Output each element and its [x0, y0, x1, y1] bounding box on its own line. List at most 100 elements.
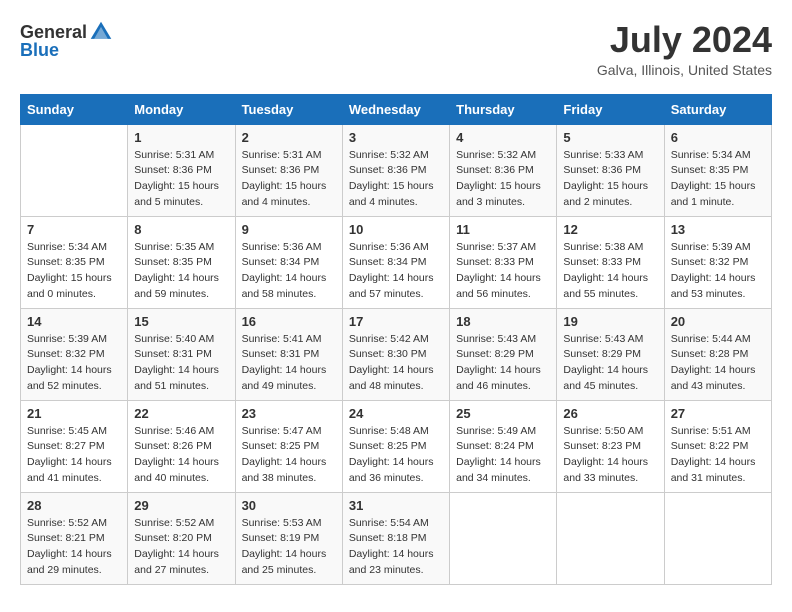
day-info: Sunrise: 5:43 AMSunset: 8:29 PMDaylight:… [563, 332, 657, 395]
calendar-cell: 20 Sunrise: 5:44 AMSunset: 8:28 PMDayligh… [664, 308, 771, 400]
calendar-cell: 31Sunrise: 5:54 AMSunset: 8:18 PMDayligh… [342, 492, 449, 584]
calendar-cell: 25 Sunrise: 5:49 AMSunset: 8:24 PMDayligh… [450, 400, 557, 492]
calendar-table: SundayMondayTuesdayWednesdayThursdayFrid… [20, 94, 772, 585]
day-number: 22 [134, 406, 228, 421]
calendar-cell: 1 Sunrise: 5:31 AMSunset: 8:36 PMDaylight… [128, 124, 235, 216]
page-header: General Blue July 2024 Galva, Illinois, … [20, 20, 772, 78]
day-number: 19 [563, 314, 657, 329]
day-info: Sunrise: 5:43 AMSunset: 8:29 PMDaylight:… [456, 332, 550, 395]
day-info: Sunrise: 5:36 AMSunset: 8:34 PMDaylight:… [242, 240, 336, 303]
day-info: Sunrise: 5:48 AMSunset: 8:25 PMDaylight:… [349, 424, 443, 487]
day-info: Sunrise: 5:49 AMSunset: 8:24 PMDaylight:… [456, 424, 550, 487]
day-number: 21 [27, 406, 121, 421]
day-info: Sunrise: 5:39 AMSunset: 8:32 PMDaylight:… [27, 332, 121, 395]
calendar-cell: 8 Sunrise: 5:35 AMSunset: 8:35 PMDaylight… [128, 216, 235, 308]
day-number: 16 [242, 314, 336, 329]
calendar-cell [450, 492, 557, 584]
calendar-cell: 3 Sunrise: 5:32 AMSunset: 8:36 PMDaylight… [342, 124, 449, 216]
day-info: Sunrise: 5:34 AMSunset: 8:35 PMDaylight:… [671, 148, 765, 211]
calendar-cell: 19 Sunrise: 5:43 AMSunset: 8:29 PMDayligh… [557, 308, 664, 400]
logo-blue-text: Blue [20, 40, 59, 61]
calendar-cell [557, 492, 664, 584]
day-number: 1 [134, 130, 228, 145]
calendar-cell: 28 Sunrise: 5:52 AMSunset: 8:21 PMDayligh… [21, 492, 128, 584]
day-number: 5 [563, 130, 657, 145]
day-number: 3 [349, 130, 443, 145]
logo-icon [89, 20, 113, 44]
day-info: Sunrise: 5:41 AMSunset: 8:31 PMDaylight:… [242, 332, 336, 395]
calendar-cell: 6 Sunrise: 5:34 AMSunset: 8:35 PMDaylight… [664, 124, 771, 216]
day-info: Sunrise: 5:53 AMSunset: 8:19 PMDaylight:… [242, 516, 336, 579]
day-info: Sunrise: 5:45 AMSunset: 8:27 PMDaylight:… [27, 424, 121, 487]
day-number: 11 [456, 222, 550, 237]
calendar-cell: 23 Sunrise: 5:47 AMSunset: 8:25 PMDayligh… [235, 400, 342, 492]
day-number: 23 [242, 406, 336, 421]
header-monday: Monday [128, 94, 235, 124]
header-friday: Friday [557, 94, 664, 124]
calendar-cell: 22 Sunrise: 5:46 AMSunset: 8:26 PMDayligh… [128, 400, 235, 492]
calendar-cell: 21 Sunrise: 5:45 AMSunset: 8:27 PMDayligh… [21, 400, 128, 492]
day-info: Sunrise: 5:42 AMSunset: 8:30 PMDaylight:… [349, 332, 443, 395]
day-info: Sunrise: 5:32 AMSunset: 8:36 PMDaylight:… [349, 148, 443, 211]
day-number: 7 [27, 222, 121, 237]
calendar-cell: 30 Sunrise: 5:53 AMSunset: 8:19 PMDayligh… [235, 492, 342, 584]
week-row-3: 14Sunrise: 5:39 AMSunset: 8:32 PMDayligh… [21, 308, 772, 400]
day-number: 31 [349, 498, 443, 513]
day-number: 6 [671, 130, 765, 145]
day-number: 18 [456, 314, 550, 329]
day-number: 30 [242, 498, 336, 513]
calendar-cell: 10 Sunrise: 5:36 AMSunset: 8:34 PMDayligh… [342, 216, 449, 308]
calendar-cell: 11 Sunrise: 5:37 AMSunset: 8:33 PMDayligh… [450, 216, 557, 308]
day-number: 27 [671, 406, 765, 421]
day-number: 20 [671, 314, 765, 329]
calendar-cell: 9Sunrise: 5:36 AMSunset: 8:34 PMDaylight… [235, 216, 342, 308]
day-number: 4 [456, 130, 550, 145]
day-number: 24 [349, 406, 443, 421]
day-number: 25 [456, 406, 550, 421]
day-info: Sunrise: 5:35 AMSunset: 8:35 PMDaylight:… [134, 240, 228, 303]
location-subtitle: Galva, Illinois, United States [597, 62, 772, 78]
title-block: July 2024 Galva, Illinois, United States [597, 20, 772, 78]
calendar-header-row: SundayMondayTuesdayWednesdayThursdayFrid… [21, 94, 772, 124]
calendar-cell: 5Sunrise: 5:33 AMSunset: 8:36 PMDaylight… [557, 124, 664, 216]
week-row-1: 1 Sunrise: 5:31 AMSunset: 8:36 PMDaylight… [21, 124, 772, 216]
calendar-cell: 14Sunrise: 5:39 AMSunset: 8:32 PMDayligh… [21, 308, 128, 400]
calendar-cell: 4 Sunrise: 5:32 AMSunset: 8:36 PMDaylight… [450, 124, 557, 216]
day-info: Sunrise: 5:51 AMSunset: 8:22 PMDaylight:… [671, 424, 765, 487]
header-tuesday: Tuesday [235, 94, 342, 124]
calendar-cell [21, 124, 128, 216]
day-info: Sunrise: 5:44 AMSunset: 8:28 PMDaylight:… [671, 332, 765, 395]
day-info: Sunrise: 5:36 AMSunset: 8:34 PMDaylight:… [349, 240, 443, 303]
calendar-cell: 29 Sunrise: 5:52 AMSunset: 8:20 PMDayligh… [128, 492, 235, 584]
calendar-cell: 2Sunrise: 5:31 AMSunset: 8:36 PMDaylight… [235, 124, 342, 216]
calendar-cell: 24 Sunrise: 5:48 AMSunset: 8:25 PMDayligh… [342, 400, 449, 492]
day-info: Sunrise: 5:52 AMSunset: 8:20 PMDaylight:… [134, 516, 228, 579]
day-number: 28 [27, 498, 121, 513]
calendar-cell: 7 Sunrise: 5:34 AMSunset: 8:35 PMDaylight… [21, 216, 128, 308]
week-row-4: 21 Sunrise: 5:45 AMSunset: 8:27 PMDayligh… [21, 400, 772, 492]
day-info: Sunrise: 5:32 AMSunset: 8:36 PMDaylight:… [456, 148, 550, 211]
day-info: Sunrise: 5:46 AMSunset: 8:26 PMDaylight:… [134, 424, 228, 487]
day-number: 15 [134, 314, 228, 329]
day-info: Sunrise: 5:34 AMSunset: 8:35 PMDaylight:… [27, 240, 121, 303]
day-number: 29 [134, 498, 228, 513]
header-wednesday: Wednesday [342, 94, 449, 124]
day-number: 13 [671, 222, 765, 237]
day-number: 8 [134, 222, 228, 237]
day-info: Sunrise: 5:31 AMSunset: 8:36 PMDaylight:… [134, 148, 228, 211]
month-year-title: July 2024 [597, 20, 772, 60]
calendar-cell: 16 Sunrise: 5:41 AMSunset: 8:31 PMDayligh… [235, 308, 342, 400]
day-info: Sunrise: 5:52 AMSunset: 8:21 PMDaylight:… [27, 516, 121, 579]
day-info: Sunrise: 5:38 AMSunset: 8:33 PMDaylight:… [563, 240, 657, 303]
day-number: 10 [349, 222, 443, 237]
day-info: Sunrise: 5:40 AMSunset: 8:31 PMDaylight:… [134, 332, 228, 395]
day-info: Sunrise: 5:37 AMSunset: 8:33 PMDaylight:… [456, 240, 550, 303]
day-number: 17 [349, 314, 443, 329]
calendar-cell: 18 Sunrise: 5:43 AMSunset: 8:29 PMDayligh… [450, 308, 557, 400]
week-row-2: 7 Sunrise: 5:34 AMSunset: 8:35 PMDaylight… [21, 216, 772, 308]
calendar-cell: 17 Sunrise: 5:42 AMSunset: 8:30 PMDayligh… [342, 308, 449, 400]
calendar-cell: 26Sunrise: 5:50 AMSunset: 8:23 PMDayligh… [557, 400, 664, 492]
day-info: Sunrise: 5:47 AMSunset: 8:25 PMDaylight:… [242, 424, 336, 487]
header-sunday: Sunday [21, 94, 128, 124]
day-number: 12 [563, 222, 657, 237]
